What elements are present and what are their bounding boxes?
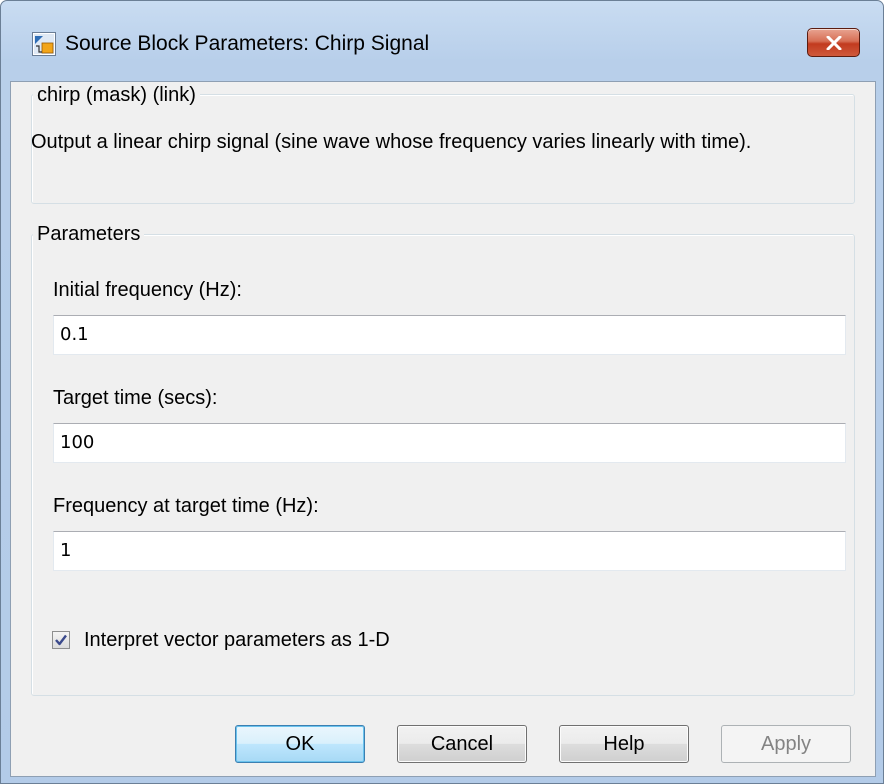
target-time-field[interactable]: 100 bbox=[53, 423, 846, 463]
checkmark-icon bbox=[55, 634, 67, 646]
dialog-window: Source Block Parameters: Chirp Signal ch… bbox=[0, 0, 884, 784]
description-group-title: chirp (mask) (link) bbox=[33, 83, 200, 107]
parameters-group bbox=[31, 234, 855, 696]
initial-frequency-field[interactable]: 0.1 bbox=[53, 315, 846, 355]
title-bar[interactable]: Source Block Parameters: Chirp Signal bbox=[1, 1, 883, 81]
target-time-label: Target time (secs): bbox=[53, 387, 218, 409]
simulink-block-icon bbox=[32, 32, 56, 56]
block-description: Output a linear chirp signal (sine wave … bbox=[31, 131, 752, 153]
frequency-at-target-label: Frequency at target time (Hz): bbox=[53, 495, 319, 517]
apply-button[interactable]: Apply bbox=[721, 725, 851, 763]
dialog-client-area: chirp (mask) (link) Output a linear chir… bbox=[10, 81, 876, 777]
initial-frequency-label: Initial frequency (Hz): bbox=[53, 279, 242, 301]
parameters-group-title: Parameters bbox=[33, 222, 145, 246]
frequency-at-target-field[interactable]: 1 bbox=[53, 531, 846, 571]
cancel-button[interactable]: Cancel bbox=[397, 725, 527, 763]
window-title: Source Block Parameters: Chirp Signal bbox=[65, 32, 430, 55]
interpret-vector-label[interactable]: Interpret vector parameters as 1-D bbox=[84, 628, 390, 652]
close-x-icon bbox=[826, 35, 841, 50]
interpret-vector-checkbox[interactable] bbox=[52, 631, 70, 649]
ok-button[interactable]: OK bbox=[235, 725, 365, 763]
close-button[interactable] bbox=[807, 28, 860, 57]
help-button[interactable]: Help bbox=[559, 725, 689, 763]
